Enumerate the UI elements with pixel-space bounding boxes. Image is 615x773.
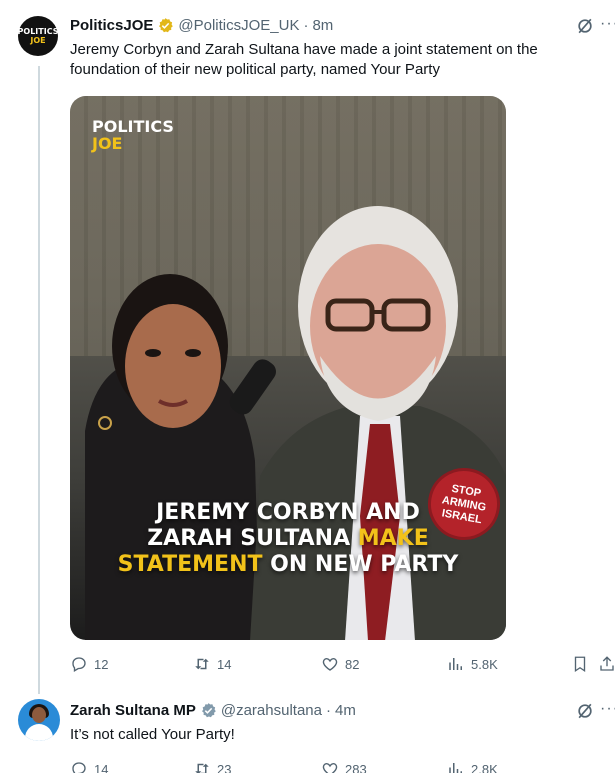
tweet-media-image[interactable]: POLITICS JOE STOP ARMING ISRAEL JEREMY C…: [70, 96, 506, 640]
avatar[interactable]: [18, 699, 60, 741]
author-handle[interactable]: @PoliticsJOE_UK: [178, 17, 299, 34]
avatar[interactable]: POLITICS JOE: [18, 16, 58, 56]
tweet-text-line2: foundation of their new political party,…: [70, 61, 440, 78]
share-icon[interactable]: [598, 655, 615, 673]
more-icon[interactable]: ···: [600, 699, 615, 719]
like-count: 283: [345, 761, 367, 773]
author-handle[interactable]: @zarahsultana: [221, 702, 322, 719]
repost-count: 23: [217, 761, 232, 773]
grok-icon[interactable]: [575, 701, 595, 721]
separator-dot: ·: [303, 16, 309, 34]
author-name[interactable]: Zarah Sultana MP: [70, 702, 196, 719]
repost-count: 14: [217, 656, 232, 672]
like-icon: [322, 658, 338, 671]
reply-button[interactable]: 14: [70, 760, 108, 773]
repost-button[interactable]: 23: [193, 760, 231, 773]
separator-dot: ·: [325, 701, 331, 719]
verified-gold-icon[interactable]: [157, 17, 174, 34]
politicsjoe-logo: POLITICS JOE: [92, 117, 174, 153]
more-icon[interactable]: ···: [600, 14, 615, 34]
microphone: [229, 359, 276, 415]
tweet-text-line1: Jeremy Corbyn and Zarah Sultana have mad…: [70, 41, 538, 58]
repost-icon: [195, 763, 209, 773]
verified-gray-icon[interactable]: [200, 702, 217, 719]
tweet-header: Zarah Sultana MP @zarahsultana · 4m: [70, 699, 356, 721]
timestamp[interactable]: 8m: [312, 17, 333, 34]
views-count: 5.8K: [471, 656, 498, 672]
grok-icon[interactable]: [575, 16, 595, 36]
views-icon: [449, 763, 462, 773]
reply-icon: [72, 657, 86, 672]
like-icon: [322, 763, 338, 773]
repost-button[interactable]: 14: [193, 655, 231, 673]
thread-connector-line: [38, 66, 40, 694]
views-count: 2.8K: [471, 761, 498, 773]
reply-icon: [72, 762, 86, 773]
author-name[interactable]: PoliticsJOE: [70, 17, 153, 34]
timestamp[interactable]: 4m: [335, 702, 356, 719]
reply-button[interactable]: 12: [70, 655, 108, 673]
avatar-text-line1: POLITICS: [17, 27, 59, 36]
reply-count: 12: [94, 656, 109, 672]
reply-count: 14: [94, 761, 109, 773]
like-button[interactable]: 283: [321, 760, 367, 773]
views-button[interactable]: 5.8K: [447, 655, 498, 673]
woman-figure: [85, 274, 260, 640]
image-headline: JEREMY CORBYN AND ZARAH SULTANA MAKE STA…: [117, 500, 459, 577]
bookmark-icon[interactable]: [571, 655, 589, 673]
views-button[interactable]: 2.8K: [447, 760, 498, 773]
repost-icon: [195, 658, 209, 670]
tweet-text: It’s not called Your Party!: [70, 726, 235, 743]
tweet-header: PoliticsJOE @PoliticsJOE_UK · 8m: [70, 14, 333, 36]
views-icon: [449, 658, 462, 670]
tweet-text: Jeremy Corbyn and Zarah Sultana have mad…: [70, 40, 538, 80]
like-count: 82: [345, 656, 360, 672]
avatar-text-line2: JOE: [30, 36, 46, 45]
like-button[interactable]: 82: [321, 655, 359, 673]
